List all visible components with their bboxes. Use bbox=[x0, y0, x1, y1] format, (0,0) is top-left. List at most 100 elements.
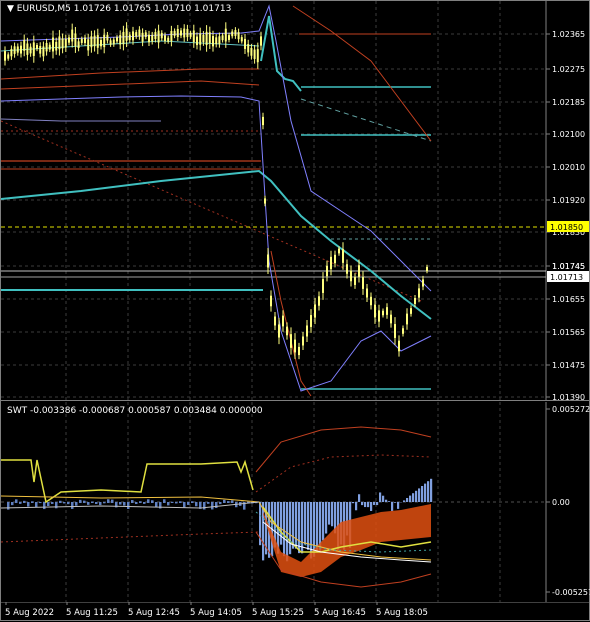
collapse-arrow-icon[interactable]: ▼ bbox=[7, 4, 14, 14]
candle-body bbox=[338, 249, 340, 254]
histogram-bar bbox=[286, 502, 288, 561]
candle-body bbox=[366, 288, 368, 297]
histogram-bar bbox=[424, 484, 426, 502]
histogram-bar bbox=[373, 502, 375, 505]
candle-body bbox=[68, 37, 70, 42]
price-chart-canvas[interactable]: 1.023651.022751.021851.021001.020101.019… bbox=[1, 1, 590, 401]
histogram-bar bbox=[35, 502, 38, 507]
histogram-bar bbox=[227, 501, 230, 503]
histogram-bar bbox=[155, 502, 158, 507]
histogram-bar bbox=[43, 502, 46, 509]
candle-body bbox=[257, 49, 259, 62]
time-tick-label: 5 Aug 12:45 bbox=[128, 608, 180, 618]
red-channel bbox=[1, 81, 259, 89]
histogram-bar bbox=[280, 502, 282, 545]
histogram-bar bbox=[415, 491, 417, 502]
time-axis: 5 Aug 20225 Aug 11:255 Aug 12:455 Aug 14… bbox=[1, 602, 590, 622]
histogram-bar bbox=[175, 502, 178, 503]
price-tick-label: 1.02010 bbox=[552, 163, 585, 172]
envelope-dotted bbox=[256, 455, 431, 492]
candle-body bbox=[199, 33, 201, 44]
histogram-bar bbox=[111, 500, 114, 503]
candle-body bbox=[190, 33, 192, 37]
candle-body bbox=[161, 33, 163, 38]
candle-body bbox=[52, 38, 54, 52]
time-tick-label: 5 Aug 16:45 bbox=[314, 608, 366, 618]
histogram-bar bbox=[331, 502, 333, 526]
histogram-bar bbox=[95, 502, 98, 504]
candle-body bbox=[148, 35, 150, 43]
histogram-bar bbox=[231, 500, 234, 503]
chart-window[interactable]: 1.023651.022751.021851.021001.020101.019… bbox=[0, 0, 590, 621]
candle-body bbox=[87, 39, 89, 50]
histogram-bar bbox=[328, 502, 330, 525]
histogram-bar bbox=[99, 502, 102, 505]
candle-body bbox=[167, 38, 169, 42]
chart-header: ▼ EURUSD,M5 1.01726 1.01765 1.01710 1.01… bbox=[7, 4, 231, 14]
indicator-header: SWT -0.003386 -0.000687 0.000587 0.00348… bbox=[7, 406, 263, 416]
candle-body bbox=[234, 30, 236, 36]
histogram-bar bbox=[167, 502, 170, 505]
candle-body bbox=[23, 40, 25, 51]
histogram-bar bbox=[385, 500, 387, 502]
candle-body bbox=[302, 337, 304, 346]
histogram-bar bbox=[83, 501, 86, 503]
candle-body bbox=[113, 40, 115, 45]
candle-body bbox=[394, 324, 396, 338]
candle-body bbox=[71, 30, 73, 42]
histogram-bar bbox=[292, 502, 294, 549]
candle-body bbox=[7, 54, 9, 58]
candle-body bbox=[36, 45, 38, 49]
price-tick-label: 1.01390 bbox=[552, 393, 585, 401]
histogram-bar bbox=[171, 502, 174, 503]
candle-body bbox=[58, 36, 60, 49]
price-tick-label: 1.02275 bbox=[552, 65, 585, 74]
candle-body bbox=[358, 265, 360, 277]
yellow-line bbox=[1, 460, 253, 502]
candle-body bbox=[186, 29, 188, 37]
price-chart-pane[interactable]: 1.023651.022751.021851.021001.020101.019… bbox=[1, 1, 590, 401]
candle-body bbox=[342, 249, 344, 263]
histogram-bar bbox=[382, 496, 384, 502]
candle-body bbox=[274, 317, 276, 326]
time-tick-label: 5 Aug 15:25 bbox=[252, 608, 304, 618]
indicator-pane[interactable]: 0.0052720.00-0.005257 SWT -0.003386 -0.0… bbox=[1, 402, 590, 602]
indicator-tick-label: 0.00 bbox=[552, 498, 570, 507]
highlight-price-tag-text: 1.01850 bbox=[550, 223, 583, 232]
indicator-canvas[interactable]: 0.0052720.00-0.005257 bbox=[1, 402, 590, 602]
cyan-curve bbox=[261, 16, 301, 91]
histogram-bar bbox=[397, 502, 399, 509]
histogram-bar bbox=[179, 501, 182, 503]
candle-body bbox=[122, 32, 124, 44]
candle-body bbox=[270, 296, 272, 307]
ohlc-close: 1.01713 bbox=[194, 4, 231, 14]
candle-body bbox=[10, 49, 12, 56]
upper-price-tag-text: 1.01745 bbox=[552, 262, 585, 271]
histogram-bar bbox=[91, 502, 94, 503]
candle-body bbox=[100, 40, 102, 46]
candle-body bbox=[306, 325, 308, 336]
histogram-bar bbox=[71, 502, 74, 509]
candle-body bbox=[362, 277, 364, 289]
candle-body bbox=[164, 35, 166, 41]
candle-body bbox=[278, 324, 280, 337]
envelope-dotted bbox=[1, 532, 259, 542]
candle-body bbox=[209, 32, 211, 43]
candle-body bbox=[106, 35, 108, 41]
candle-body bbox=[282, 316, 284, 327]
candle-body bbox=[145, 32, 147, 37]
histogram-bar bbox=[131, 500, 134, 503]
histogram-bar bbox=[316, 502, 318, 553]
time-tick-label: 5 Aug 11:25 bbox=[66, 608, 118, 618]
histogram-bar bbox=[215, 502, 218, 508]
candle-body bbox=[264, 198, 266, 203]
candle-body bbox=[318, 296, 320, 305]
candle-body bbox=[42, 46, 44, 56]
candle-body bbox=[33, 42, 35, 56]
candle-body bbox=[334, 255, 336, 263]
candle-body bbox=[314, 304, 316, 317]
candle-body bbox=[55, 42, 57, 51]
candle-body bbox=[426, 267, 428, 271]
candle-body bbox=[218, 36, 220, 44]
ohlc-high: 1.01765 bbox=[114, 4, 151, 14]
